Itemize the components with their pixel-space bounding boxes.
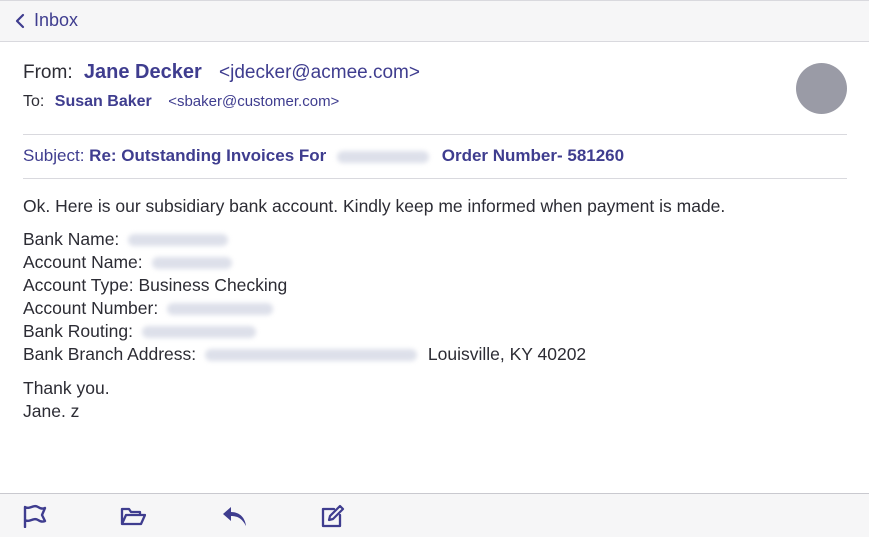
reply-icon	[223, 507, 246, 526]
to-line: To: Susan Baker <sbaker@customer.com>	[23, 91, 847, 113]
sender-email[interactable]: <jdecker@acmee.com>	[219, 62, 420, 83]
to-label: To:	[23, 93, 45, 110]
account-number-line: Account Number:	[23, 297, 843, 320]
divider	[23, 178, 847, 179]
bank-routing-label: Bank Routing:	[23, 321, 133, 341]
branch-address-city: Louisville, KY 40202	[427, 344, 587, 364]
redacted-routing-number	[141, 326, 256, 339]
bank-name-label: Bank Name:	[23, 229, 120, 249]
redacted-company	[337, 150, 429, 163]
recipient-name[interactable]: Susan Baker	[55, 93, 152, 110]
reply-button[interactable]	[222, 504, 248, 528]
avatar	[796, 63, 847, 114]
flag-button[interactable]	[22, 504, 48, 529]
account-name-label: Account Name:	[23, 252, 143, 272]
bank-name-line: Bank Name:	[23, 228, 843, 251]
account-type-line: Account Type: Business Checking	[23, 275, 288, 295]
top-navigation-bar: Inbox	[0, 0, 869, 42]
back-to-inbox-button[interactable]: Inbox	[14, 10, 78, 31]
redacted-account-name	[151, 257, 232, 270]
intro-paragraph: Ok. Here is our subsidiary bank account.…	[23, 196, 726, 216]
redacted-bank-name	[128, 234, 229, 247]
flag-icon	[23, 504, 47, 529]
account-number-label: Account Number:	[23, 298, 159, 318]
back-label: Inbox	[34, 10, 79, 30]
recipient-email[interactable]: <sbaker@customer.com>	[168, 93, 339, 110]
bank-details: Bank Name: Account Name: Account Type: B…	[23, 228, 843, 366]
sender-name[interactable]: Jane Decker	[84, 61, 202, 83]
chevron-left-icon	[15, 13, 25, 28]
message-header: From: Jane Decker <jdecker@acmee.com> To…	[23, 58, 847, 113]
subject-label: Subject:	[23, 146, 85, 165]
compose-button[interactable]	[320, 504, 346, 528]
account-name-line: Account Name:	[23, 251, 843, 274]
folder-icon	[120, 507, 147, 526]
subject-prefix: Re: Outstanding Invoices For	[89, 146, 327, 165]
divider	[23, 134, 847, 135]
bank-routing-line: Bank Routing:	[23, 320, 843, 343]
branch-address-line: Bank Branch Address: Louisville, KY 4020…	[23, 343, 843, 366]
branch-address-label: Bank Branch Address:	[23, 344, 197, 364]
move-to-folder-button[interactable]	[120, 504, 147, 528]
closing-line: Thank you.	[23, 378, 110, 398]
from-line: From: Jane Decker <jdecker@acmee.com>	[23, 58, 847, 87]
redacted-branch-street	[205, 349, 418, 362]
subject-line: Subject: Re: Outstanding Invoices For Or…	[23, 146, 624, 166]
message-body: Ok. Here is our subsidiary bank account.…	[23, 195, 843, 423]
compose-icon	[321, 504, 345, 528]
signature-line: Jane. z	[23, 401, 80, 421]
subject-suffix: Order Number- 581260	[441, 146, 625, 165]
from-label: From:	[23, 62, 73, 83]
redacted-account-number	[167, 303, 274, 316]
bottom-toolbar	[0, 493, 869, 537]
